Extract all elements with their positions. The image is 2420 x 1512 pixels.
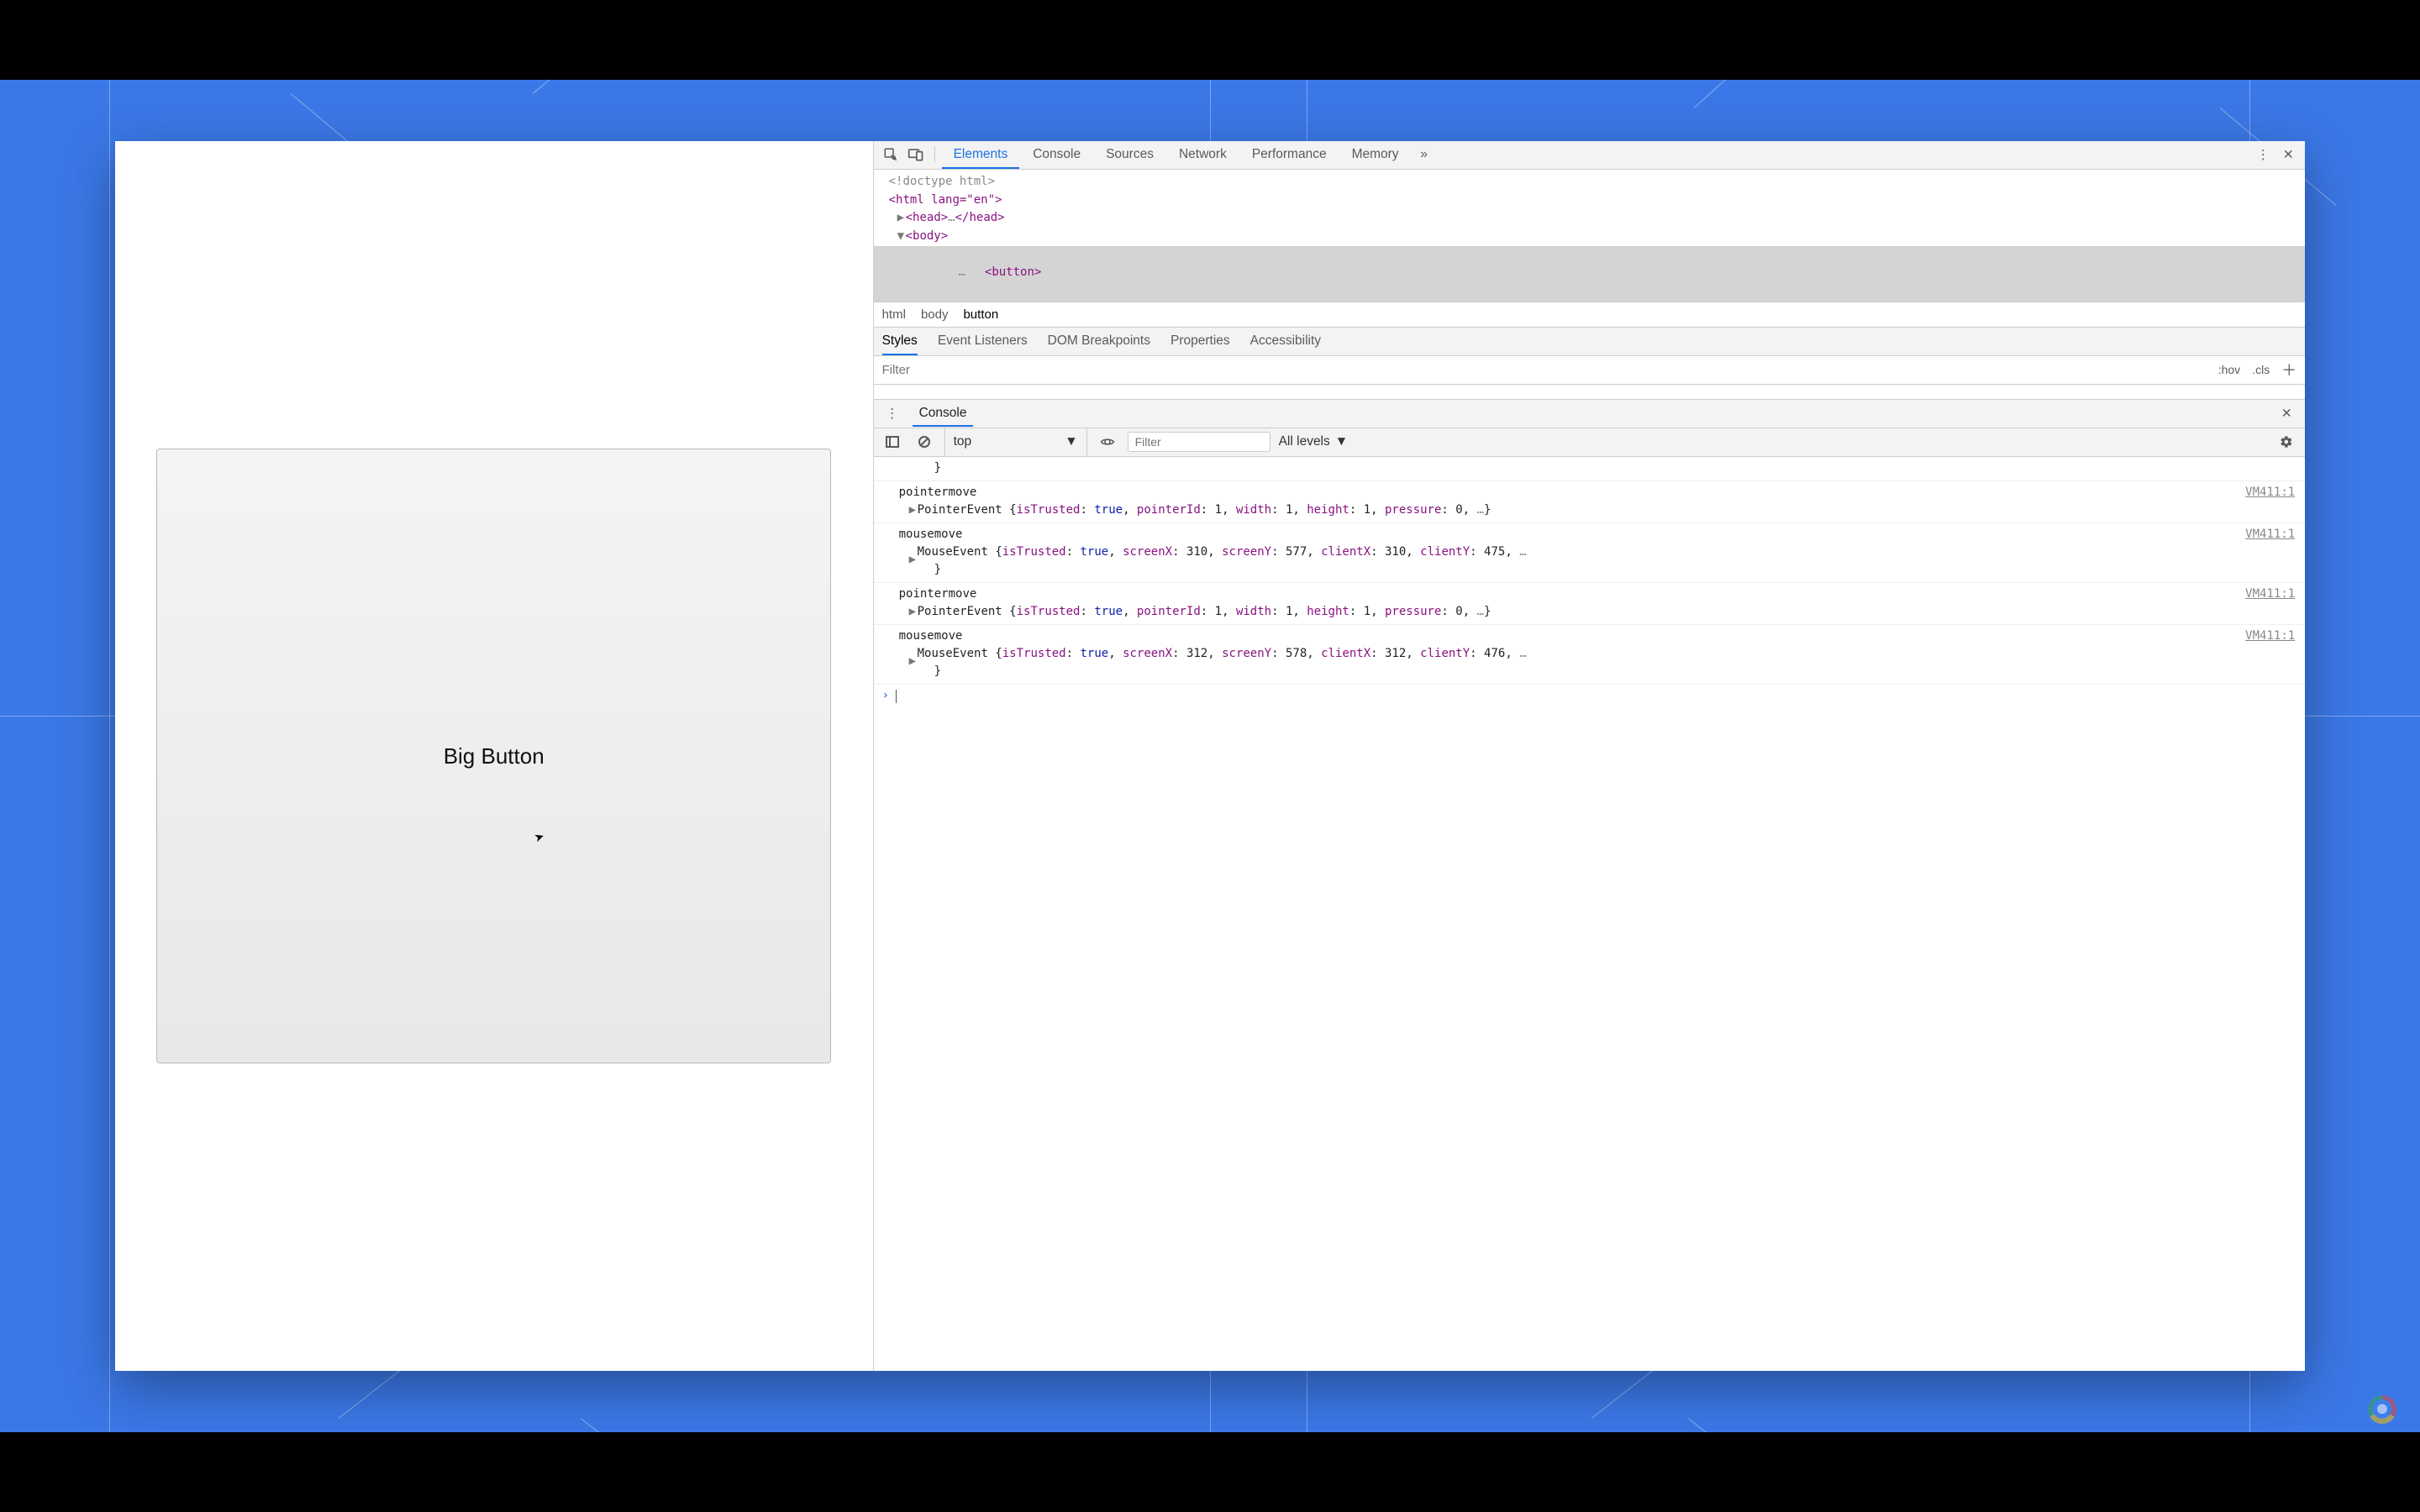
log-source-link[interactable]: VM411:1	[2245, 627, 2295, 645]
tab-elements[interactable]: Elements	[942, 142, 1020, 169]
dom-html-open[interactable]: <html lang="en">	[889, 193, 1002, 207]
console-toolbar: top ▼ All levels ▼	[874, 428, 2306, 457]
tab-sources[interactable]: Sources	[1094, 142, 1165, 167]
big-button-label: Big Button	[444, 743, 544, 769]
close-devtools-icon[interactable]: ✕	[2276, 143, 2300, 166]
console-close-icon[interactable]: ✕	[2275, 402, 2298, 425]
tab-performance[interactable]: Performance	[1240, 142, 1339, 167]
log-trailing-brace: }	[874, 457, 2306, 481]
subtab-styles[interactable]: Styles	[882, 333, 918, 355]
devtools-tabbar: Elements Console Sources Network Perform…	[874, 141, 2306, 170]
big-button[interactable]: Big Button ➤	[156, 449, 831, 1063]
styles-tabbar: Styles Event Listeners DOM Breakpoints P…	[874, 328, 2306, 356]
dom-tree[interactable]: <!doctype html> <html lang="en"> ▶<head>…	[874, 170, 2306, 302]
text-caret	[896, 690, 897, 703]
log-event-name: mousemove	[899, 627, 2297, 645]
console-log-body[interactable]: } VM411:1 pointermove ▶PointerEvent {isT…	[874, 457, 2306, 1371]
console-filter-input[interactable]	[1128, 432, 1270, 452]
tab-network[interactable]: Network	[1167, 142, 1239, 167]
log-source-link[interactable]: VM411:1	[2245, 585, 2295, 603]
dom-button-open[interactable]: <button>	[985, 265, 1041, 279]
subtab-event-listeners[interactable]: Event Listeners	[938, 333, 1028, 349]
chevron-down-icon: ▼	[1065, 434, 1077, 449]
cls-toggle[interactable]: .cls	[2252, 363, 2270, 376]
subtab-dom-breakpoints[interactable]: DOM Breakpoints	[1048, 333, 1150, 349]
prompt-caret-icon: ›	[882, 687, 889, 705]
breadcrumb: html body button	[874, 302, 2306, 328]
console-prompt[interactable]: ›	[874, 685, 2306, 708]
log-levels-label: All levels	[1279, 434, 1330, 449]
log-pointermove-1[interactable]: VM411:1 pointermove ▶PointerEvent {isTru…	[874, 481, 2306, 523]
live-expression-icon[interactable]	[1096, 430, 1119, 454]
devtools-panel: Elements Console Sources Network Perform…	[873, 141, 2306, 1371]
dom-head[interactable]: <head>	[906, 211, 949, 224]
log-source-link[interactable]: VM411:1	[2245, 484, 2295, 501]
log-event-name: pointermove	[899, 585, 2297, 603]
styles-body	[874, 385, 2306, 400]
execution-context-value: top	[954, 434, 972, 449]
hov-toggle[interactable]: :hov	[2218, 363, 2240, 376]
dom-body-open[interactable]: <body>	[906, 229, 949, 243]
styles-filter-input[interactable]	[882, 363, 2207, 377]
subtab-properties[interactable]: Properties	[1171, 333, 1230, 349]
log-pointermove-2[interactable]: VM411:1 pointermove ▶PointerEvent {isTru…	[874, 583, 2306, 625]
tab-memory[interactable]: Memory	[1340, 142, 1411, 167]
log-source-link[interactable]: VM411:1	[2245, 526, 2295, 543]
more-tabs-icon[interactable]: »	[1413, 143, 1436, 166]
clear-console-icon[interactable]	[913, 430, 936, 454]
chrome-logo-icon	[2368, 1395, 2396, 1424]
new-style-rule-icon[interactable]: ＋	[2281, 359, 2296, 381]
log-event-name: mousemove	[899, 526, 2297, 543]
console-drawer-header: ⋮ Console ✕	[874, 400, 2306, 428]
chevron-down-icon: ▼	[1335, 434, 1348, 449]
log-mousemove-1[interactable]: VM411:1 mousemove ▶MouseEvent {isTrusted…	[874, 523, 2306, 583]
log-mousemove-2[interactable]: VM411:1 mousemove ▶MouseEvent {isTrusted…	[874, 625, 2306, 685]
dom-ellipsis: …	[944, 264, 976, 282]
browser-window: Big Button ➤ Elements C	[115, 141, 2305, 1371]
inspect-element-icon[interactable]	[879, 143, 902, 166]
page-viewport: Big Button ➤	[115, 141, 873, 1371]
subtab-accessibility[interactable]: Accessibility	[1250, 333, 1321, 349]
device-toolbar-icon[interactable]	[904, 143, 928, 166]
log-levels-select[interactable]: All levels ▼	[1279, 434, 1349, 449]
kebab-menu-icon[interactable]: ⋮	[2251, 143, 2275, 166]
console-drawer-tab[interactable]: Console	[913, 401, 974, 427]
styles-filter-row: :hov .cls ＋	[874, 356, 2306, 385]
dom-doctype: <!doctype html>	[889, 175, 995, 188]
tab-console[interactable]: Console	[1021, 142, 1092, 167]
execution-context-select[interactable]: top ▼	[944, 428, 1087, 456]
breadcrumb-body[interactable]: body	[921, 307, 949, 322]
breadcrumb-button[interactable]: button	[963, 307, 998, 322]
console-settings-icon[interactable]	[2275, 430, 2298, 454]
console-sidebar-toggle-icon[interactable]	[881, 430, 904, 454]
breadcrumb-html[interactable]: html	[882, 307, 906, 322]
log-event-name: pointermove	[899, 484, 2297, 501]
cursor-icon: ➤	[532, 828, 546, 845]
console-kebab-icon[interactable]: ⋮	[881, 402, 904, 425]
